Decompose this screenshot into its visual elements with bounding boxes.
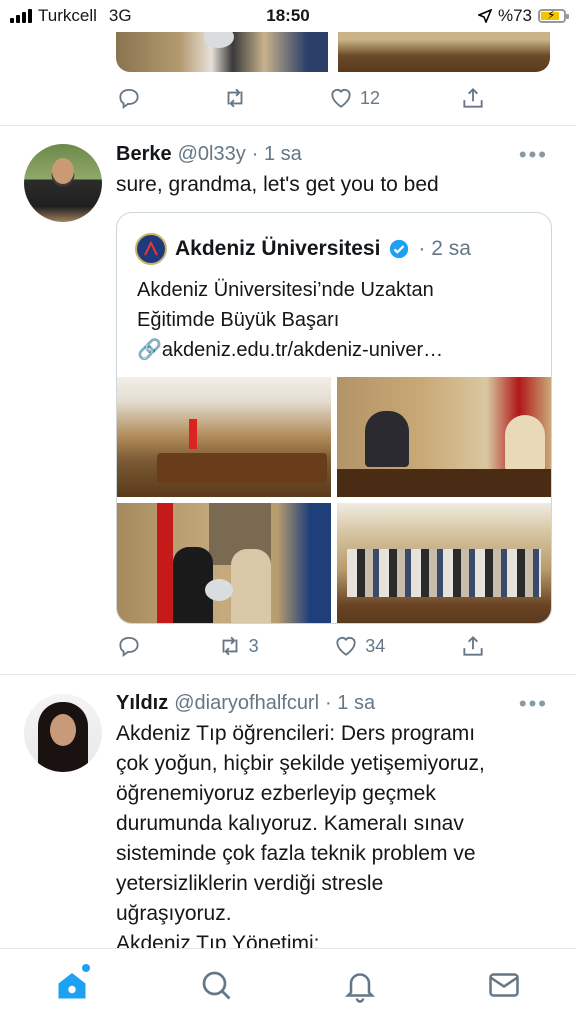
notification-dot — [82, 964, 90, 972]
retweet-button[interactable]: 3 — [217, 633, 259, 659]
like-count: 34 — [365, 635, 386, 656]
share-button[interactable] — [460, 633, 486, 659]
desk-shape — [337, 469, 551, 497]
avatar[interactable] — [24, 694, 102, 772]
share-icon — [463, 636, 483, 656]
person-shape — [231, 549, 271, 623]
divider — [0, 125, 576, 126]
like-button[interactable]: 12 — [328, 85, 380, 111]
retweet-icon — [227, 88, 243, 108]
bottom-tab-bar — [0, 948, 576, 1024]
avatar[interactable] — [24, 144, 102, 222]
tweet-text-line: Akdeniz Tıp Yönetimi: — [116, 932, 320, 948]
reply-button[interactable] — [116, 85, 142, 111]
tweet-text-line: öğrenemiyoruz ezberleyip geçmek — [116, 782, 436, 805]
quoted-link[interactable]: 🔗akdeniz.edu.tr/akdeniz-univer… — [137, 335, 537, 365]
photo-meeting-room[interactable] — [117, 377, 331, 497]
reply-icon — [119, 636, 139, 658]
retweet-button[interactable] — [222, 85, 248, 111]
quoted-photos — [117, 377, 551, 623]
user-name[interactable]: Yıldız — [116, 692, 168, 715]
reply-button[interactable] — [116, 633, 142, 659]
battery-icon: ⚡ — [538, 8, 569, 23]
tweet-header: Yıldız @diaryofhalfcurl · 1 sa — [116, 692, 375, 715]
tab-search[interactable] — [196, 967, 236, 1007]
flag-shape — [157, 503, 173, 623]
quoted-tweet-header: Akdeniz Üniversitesi · 2 sa — [135, 233, 471, 265]
tweet-text: Akdeniz Tıp öğrencileri: Ders programı ç… — [116, 719, 556, 948]
tweet-header: Berke @0l33y · 1 sa — [116, 143, 302, 166]
tweet-text-line: uğraşıyoruz. — [116, 902, 232, 925]
plaque-shape — [205, 579, 233, 601]
person-shape — [505, 415, 545, 471]
status-bar: Turkcell 3G 18:50 %73 ⚡ — [0, 0, 576, 32]
share-icon — [463, 88, 483, 108]
tweet-text-line: Akdeniz Tıp öğrencileri: Ders programı — [116, 722, 476, 745]
table-shape — [157, 453, 327, 483]
search-icon — [202, 971, 231, 1000]
divider — [0, 674, 576, 675]
user-handle[interactable]: @0l33y — [178, 143, 246, 166]
photo-officials-seated[interactable] — [337, 377, 551, 497]
retweet-icon — [222, 636, 238, 656]
bell-icon — [344, 973, 376, 1003]
tab-home[interactable] — [52, 964, 92, 1007]
retweet-count: 3 — [248, 635, 259, 656]
tweet-text-line: yetersizliklerin verdiği stresle — [116, 872, 384, 895]
like-button[interactable]: 34 — [333, 633, 385, 659]
flag-shape — [189, 419, 197, 449]
tweet1-actions: 3 34 — [116, 630, 486, 662]
more-options-button[interactable]: ••• — [519, 691, 548, 717]
quoted-tweet[interactable]: Akdeniz Üniversitesi · 2 sa Akdeniz Üniv… — [116, 212, 552, 624]
tab-notifications[interactable] — [340, 967, 380, 1007]
tweet-time: · 1 sa — [325, 692, 376, 714]
status-right: %73 ⚡ — [477, 6, 569, 26]
person-shape — [365, 411, 409, 467]
like-count: 12 — [359, 87, 380, 108]
heart-icon — [331, 89, 351, 108]
quoted-user-name[interactable]: Akdeniz Üniversitesi — [175, 237, 380, 261]
quoted-tweet-time: · 2 sa — [418, 237, 471, 260]
avatar-face — [52, 158, 74, 184]
quoted-text-line: Akdeniz Üniversitesi’nde Uzaktan — [137, 279, 434, 301]
university-logo-icon — [135, 233, 167, 265]
avatar-face — [50, 714, 76, 746]
home-icon — [58, 973, 86, 999]
top-tweet-actions: 12 — [116, 82, 486, 114]
tweet-text-line: çok yoğun, hiçbir şekilde yetişemiyoruz, — [116, 752, 485, 775]
battery-percent: %73 — [497, 6, 532, 25]
timeline[interactable]: 12 Berke @0l33y · 1 sa ••• sure, grandma… — [0, 0, 576, 948]
verified-badge-icon — [390, 239, 409, 259]
quoted-text-line: Eğitimde Büyük Başarı — [137, 309, 340, 331]
more-options-button[interactable]: ••• — [519, 142, 548, 168]
location-icon — [477, 9, 492, 23]
tweet-text-line: sisteminde çok fazla teknik problem ve — [116, 842, 476, 865]
tweet-time: · 1 sa — [251, 143, 302, 165]
tweet-text-line: durumunda kalıyoruz. Kameralı sınav — [116, 812, 464, 835]
tab-messages[interactable] — [484, 967, 524, 1007]
user-name[interactable]: Berke — [116, 143, 172, 166]
mail-icon — [489, 973, 519, 997]
heart-icon — [336, 637, 356, 656]
user-handle[interactable]: @diaryofhalfcurl — [174, 692, 319, 715]
tweet-text: sure, grandma, let's get you to bed — [116, 173, 439, 196]
quoted-tweet-text: Akdeniz Üniversitesi’nde Uzaktan Eğitimd… — [137, 275, 537, 365]
photo-group[interactable] — [337, 503, 551, 623]
reply-icon — [119, 88, 139, 110]
share-button[interactable] — [460, 85, 486, 111]
photo-plaque-presentation[interactable] — [117, 503, 331, 623]
group-shape — [347, 549, 541, 597]
